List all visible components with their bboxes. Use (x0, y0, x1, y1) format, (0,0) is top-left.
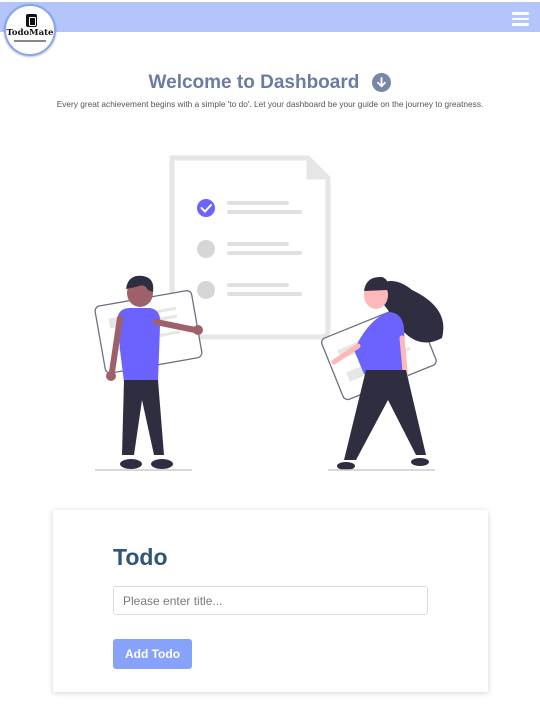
app-logo[interactable]: TodoMate (4, 4, 56, 56)
welcome-heading: Welcome to Dashboard (0, 72, 540, 94)
checked-item-icon (197, 199, 215, 217)
todo-form-card: Todo Add Todo (53, 510, 488, 692)
top-navbar (0, 2, 540, 32)
hamburger-menu-icon[interactable] (512, 12, 529, 26)
logo-text: TodoMate (6, 28, 54, 38)
todo-form-title: Todo (113, 544, 168, 570)
logo-tagline-mark (14, 40, 46, 42)
people-with-checklist-illustration (94, 155, 444, 471)
welcome-subtitle: Every great achievement begins with a si… (56, 99, 484, 109)
clipboard-icon (26, 14, 37, 27)
arrow-down-circle-icon[interactable] (372, 72, 392, 92)
add-todo-button[interactable]: Add Todo (113, 639, 192, 669)
page-title: Welcome to Dashboard (148, 72, 360, 93)
todo-title-input[interactable] (113, 586, 428, 615)
